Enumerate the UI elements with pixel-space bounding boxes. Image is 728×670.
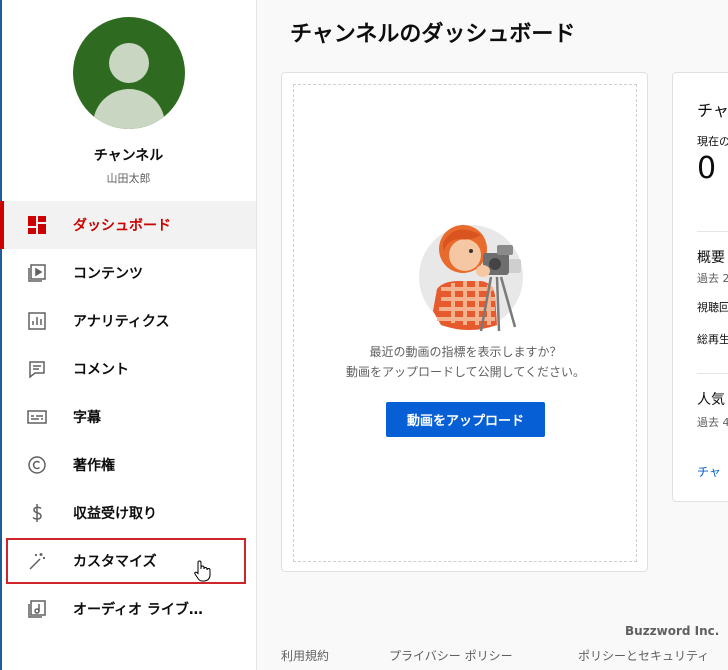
copyright-icon xyxy=(26,454,48,476)
avatar[interactable] xyxy=(73,17,185,129)
sidebar-nav: ダッシュボード コンテンツ アナリティクス コメント 字幕 著作権 収益受け取り… xyxy=(0,201,256,633)
magic-wand-icon xyxy=(26,550,48,572)
sidebar-item-copyright[interactable]: 著作権 xyxy=(0,441,256,489)
upload-prompt-line2: 動画をアップロードして公開してください。 xyxy=(346,365,585,379)
privacy-link[interactable]: プライバシー ポリシー xyxy=(389,647,513,664)
policy-safety-link[interactable]: ポリシーとセキュリティ xyxy=(578,647,709,664)
sidebar-item-analytics[interactable]: アナリティクス xyxy=(0,297,256,345)
divider xyxy=(697,373,728,374)
subtitles-icon xyxy=(26,406,48,428)
terms-link[interactable]: 利用規約 xyxy=(281,647,329,664)
watch-time-label: 総再生 xyxy=(697,333,728,346)
channel-owner: 山田太郎 xyxy=(106,172,151,185)
analytics-card-title: チャ xyxy=(697,101,728,120)
sidebar-item-comments[interactable]: コメント xyxy=(0,345,256,393)
analytics-icon xyxy=(26,310,48,332)
upload-card: 最近の動画の指標を表示しますか？ 動画をアップロードして公開してください。 動画… xyxy=(281,72,648,572)
channel-analytics-card: チャ 現在の 0 概要 過去 2 視聴回 総再生 人気 過去 4 チャ xyxy=(672,72,728,502)
sidebar-item-label: カスタマイズ xyxy=(73,554,157,570)
hand-cursor-icon xyxy=(194,560,211,582)
subscribers-label: 現在の xyxy=(697,135,728,148)
sidebar-item-subtitles[interactable]: 字幕 xyxy=(0,393,256,441)
dashboard-icon xyxy=(26,214,48,236)
upload-video-button[interactable]: 動画をアップロード xyxy=(386,402,545,437)
avatar-head-shape xyxy=(109,43,149,83)
sidebar-item-label: 字幕 xyxy=(73,410,101,426)
footer-brand: Buzzword Inc. xyxy=(625,624,720,638)
page-title: チャンネルのダッシュボード xyxy=(290,22,576,47)
popular-period: 過去 4 xyxy=(697,416,728,429)
divider xyxy=(697,231,728,232)
summary-title: 概要 xyxy=(697,250,725,266)
audio-library-icon xyxy=(26,598,48,620)
sidebar-item-content[interactable]: コンテンツ xyxy=(0,249,256,297)
comment-icon xyxy=(26,358,48,380)
sidebar-item-earn[interactable]: 収益受け取り xyxy=(0,489,256,537)
sidebar-item-label: コンテンツ xyxy=(73,266,143,282)
sidebar-item-label: アナリティクス xyxy=(73,314,170,330)
content-icon xyxy=(26,262,48,284)
sidebar-item-label: 著作権 xyxy=(73,458,115,474)
dollar-icon xyxy=(26,502,48,524)
sidebar-item-audio-library[interactable]: オーディオ ライブ… xyxy=(0,585,256,633)
upload-prompt-line1: 最近の動画の指標を表示しますか？ xyxy=(369,345,562,359)
subscribers-count: 0 xyxy=(697,151,717,186)
channel-name[interactable]: チャンネル xyxy=(0,145,257,165)
sidebar-item-label: オーディオ ライブ… xyxy=(73,602,203,618)
summary-period: 過去 2 xyxy=(697,272,728,285)
sidebar-item-label: コメント xyxy=(73,362,129,378)
avatar-body-shape xyxy=(93,89,165,129)
sidebar-item-label: ダッシュボード xyxy=(73,218,171,234)
sidebar: チャンネル 山田太郎 ダッシュボード コンテンツ アナリティクス コメント 字幕… xyxy=(0,0,257,670)
popular-title: 人気 xyxy=(697,392,725,408)
views-label: 視聴回 xyxy=(697,301,728,314)
sidebar-item-dashboard[interactable]: ダッシュボード xyxy=(0,201,256,249)
camera-operator-illustration xyxy=(419,225,523,332)
channel-analytics-link[interactable]: チャ xyxy=(697,463,721,480)
sidebar-item-label: 収益受け取り xyxy=(73,506,157,522)
